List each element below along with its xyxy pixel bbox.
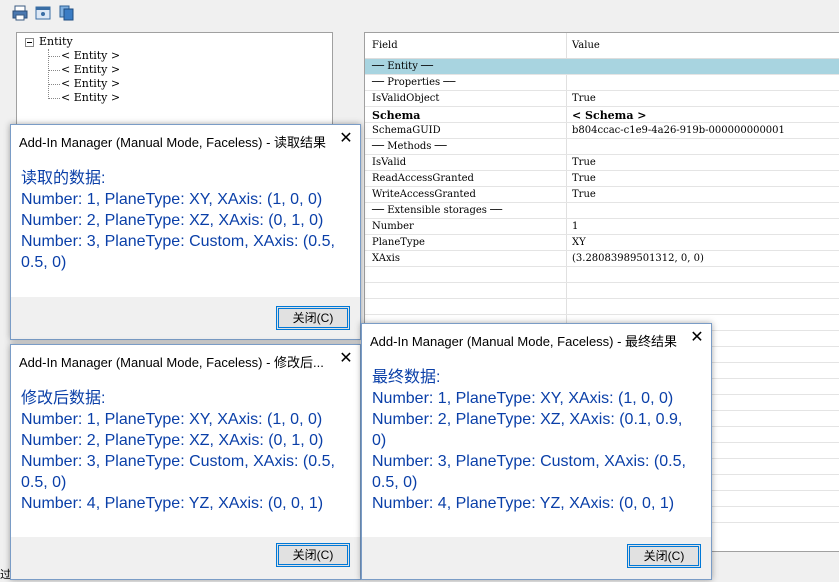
dialog-message: 最终数据: Number: 1, PlaneType: XY, XAxis: (… — [372, 367, 686, 514]
row-field: ── Methods ── — [372, 141, 447, 152]
collapse-toggle-icon[interactable] — [25, 38, 34, 47]
row-value: True — [572, 157, 596, 168]
grid-header: Field Value — [365, 33, 839, 59]
tree-child-entity[interactable]: < Entity > — [61, 49, 120, 62]
message-line: Number: 3, PlaneType: Custom, XAxis: (0.… — [21, 233, 335, 250]
row-field: ── Extensible storages ── — [372, 205, 503, 216]
close-icon[interactable]: ✕ — [684, 328, 710, 348]
dialog-footer: 关闭(C) — [11, 537, 360, 579]
dialog-modified-result: Add-In Manager (Manual Mode, Faceless) -… — [10, 344, 361, 580]
row-value: 1 — [572, 221, 579, 232]
message-line: Number: 2, PlaneType: XZ, XAxis: (0, 1, … — [21, 432, 324, 449]
header-field[interactable]: Field — [372, 40, 398, 51]
message-line: Number: 1, PlaneType: XY, XAxis: (1, 0, … — [21, 411, 323, 428]
row-field: SchemaGUID — [372, 125, 441, 136]
row-field: XAxis — [372, 253, 400, 264]
grid-row[interactable]: PlaneType XY — [365, 235, 839, 251]
message-line: Number: 4, PlaneType: YZ, XAxis: (0, 0, … — [372, 495, 675, 512]
dialog-footer: 关闭(C) — [362, 537, 711, 579]
message-line: Number: 3, PlaneType: Custom, XAxis: (0.… — [21, 453, 335, 470]
row-field: ── Entity ── — [372, 61, 434, 72]
dialog-title: Add-In Manager (Manual Mode, Faceless) -… — [19, 135, 327, 150]
tree-connector — [48, 70, 60, 71]
dialog-message: 修改后数据: Number: 1, PlaneType: XY, XAxis: … — [21, 388, 335, 514]
row-field: IsValid — [372, 157, 407, 168]
grid-row[interactable]: SchemaGUID b804ccac-c1e9-4a26-919b-000000… — [365, 123, 839, 139]
tree-child-entity[interactable]: < Entity > — [61, 91, 120, 104]
row-field: ReadAccessGranted — [372, 173, 474, 184]
row-value: True — [572, 173, 596, 184]
printer-icon[interactable] — [10, 3, 30, 23]
grid-row-section-storages[interactable]: ── Extensible storages ── — [365, 203, 839, 219]
dialog-title: Add-In Manager (Manual Mode, Faceless) -… — [370, 334, 678, 349]
close-icon[interactable]: ✕ — [333, 129, 359, 149]
message-line: Number: 2, PlaneType: XZ, XAxis: (0, 1, … — [21, 212, 324, 229]
grid-row-section-methods[interactable]: ── Methods ── — [365, 139, 839, 155]
row-field: PlaneType — [372, 237, 425, 248]
dialog-footer: 关闭(C) — [11, 297, 360, 339]
grid-row[interactable]: WriteAccessGranted True — [365, 187, 839, 203]
message-line: Number: 2, PlaneType: XZ, XAxis: (0.1, 0… — [372, 411, 683, 428]
grid-row-empty — [365, 267, 839, 283]
message-line: 读取的数据: — [21, 170, 106, 187]
message-line: 0.5, 0) — [21, 474, 67, 491]
close-button[interactable]: 关闭(C) — [627, 544, 701, 568]
message-line: 0.5, 0) — [21, 254, 67, 271]
grid-row-empty — [365, 283, 839, 299]
row-value-link[interactable]: < Schema > — [572, 109, 647, 122]
row-value: True — [572, 93, 596, 104]
row-field: IsValidObject — [372, 93, 440, 104]
grid-row-section-properties[interactable]: ── Properties ── — [365, 75, 839, 91]
grid-row-section-entity[interactable]: ── Entity ── — [365, 59, 839, 75]
row-value: b804ccac-c1e9-4a26-919b-000000000001 — [572, 125, 785, 136]
message-line: 修改后数据: — [21, 390, 106, 407]
message-line: Number: 1, PlaneType: XY, XAxis: (1, 0, … — [372, 390, 674, 407]
dialog-title: Add-In Manager (Manual Mode, Faceless) -… — [19, 355, 324, 370]
header-value[interactable]: Value — [572, 40, 600, 51]
dialog-final-result: Add-In Manager (Manual Mode, Faceless) -… — [361, 323, 712, 580]
row-field: WriteAccessGranted — [372, 189, 476, 200]
grid-row-schema[interactable]: Schema < Schema > — [365, 107, 839, 123]
grid-row-empty — [365, 299, 839, 315]
dialog-read-result: Add-In Manager (Manual Mode, Faceless) -… — [10, 124, 361, 340]
close-icon[interactable]: ✕ — [333, 349, 359, 369]
message-line: 0) — [372, 432, 387, 449]
row-value: (3.28083989501312, 0, 0) — [572, 253, 704, 264]
toolbar — [0, 0, 839, 26]
tree-child-entity[interactable]: < Entity > — [61, 77, 120, 90]
tree-root-entity[interactable]: Entity — [39, 35, 73, 48]
grid-row[interactable]: ReadAccessGranted True — [365, 171, 839, 187]
dialog-message: 读取的数据: Number: 1, PlaneType: XY, XAxis: … — [21, 168, 335, 273]
row-field: ── Properties ── — [372, 77, 456, 88]
message-line: 最终数据: — [372, 369, 441, 386]
grid-row[interactable]: Number 1 — [365, 219, 839, 235]
row-field: Number — [372, 221, 414, 232]
message-line: Number: 3, PlaneType: Custom, XAxis: (0.… — [372, 453, 686, 470]
tree-connector — [48, 98, 60, 99]
row-value: XY — [572, 237, 586, 248]
copy-icon[interactable] — [56, 3, 76, 23]
message-line: Number: 1, PlaneType: XY, XAxis: (1, 0, … — [21, 191, 323, 208]
tree-connector — [48, 84, 60, 85]
grid-row[interactable]: IsValid True — [365, 155, 839, 171]
close-button[interactable]: 关闭(C) — [276, 306, 350, 330]
tree-child-entity[interactable]: < Entity > — [61, 63, 120, 76]
grid-row[interactable]: XAxis (3.28083989501312, 0, 0) — [365, 251, 839, 267]
close-button[interactable]: 关闭(C) — [276, 543, 350, 567]
message-line: Number: 4, PlaneType: YZ, XAxis: (0, 0, … — [21, 495, 324, 512]
message-line: 0.5, 0) — [372, 474, 418, 491]
grid-row[interactable]: IsValidObject True — [365, 91, 839, 107]
tree-connector — [48, 56, 60, 57]
window-icon[interactable] — [33, 3, 53, 23]
row-value: True — [572, 189, 596, 200]
row-field: Schema — [372, 109, 421, 122]
